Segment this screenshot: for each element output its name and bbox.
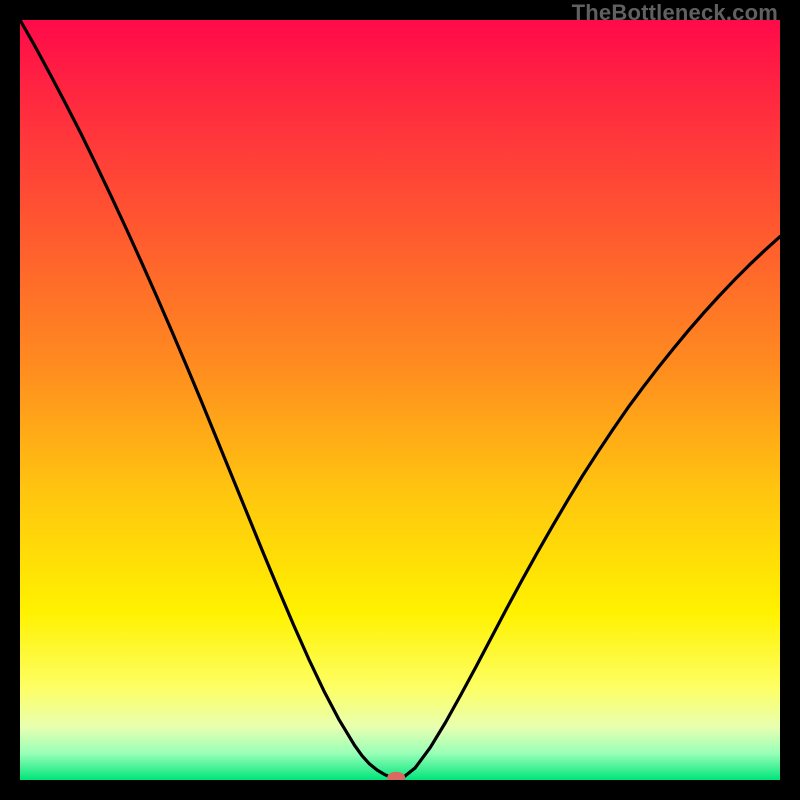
chart-background <box>20 20 780 780</box>
chart-svg <box>20 20 780 780</box>
chart-frame <box>20 20 780 780</box>
watermark-text: TheBottleneck.com <box>572 0 778 26</box>
